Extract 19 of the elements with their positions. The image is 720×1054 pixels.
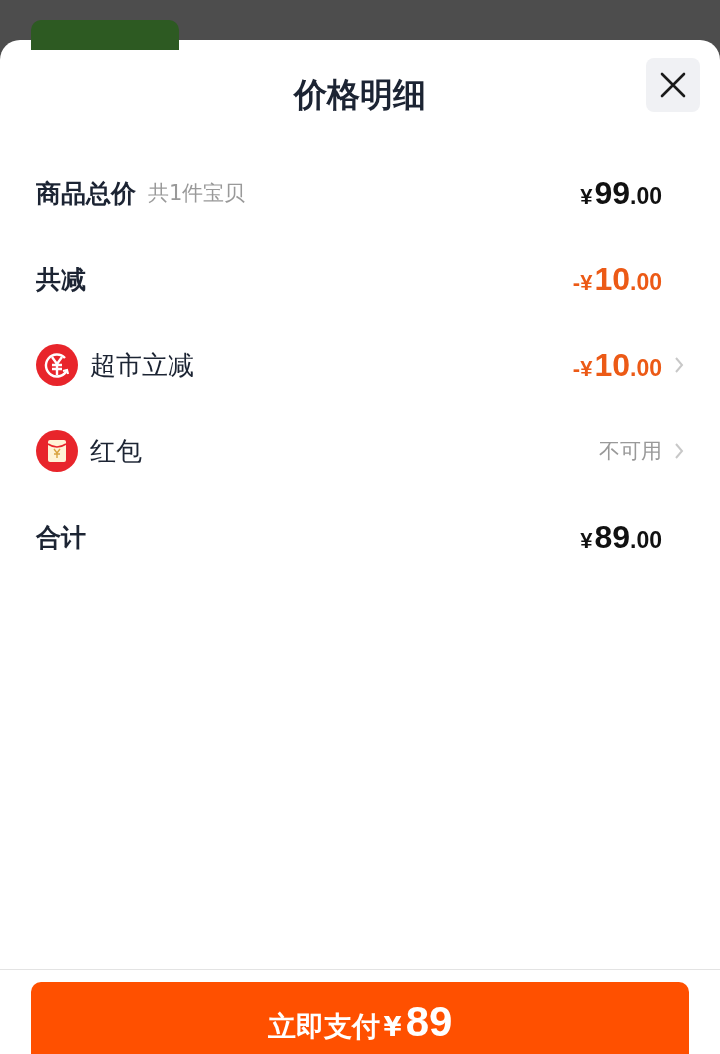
chevron-right-icon[interactable] [674, 356, 684, 374]
row-label: 超市立减 [90, 348, 194, 382]
status-text: 不可用 [599, 438, 662, 465]
price-amount: -¥10.00 [572, 346, 662, 384]
price-amount: -¥10.00 [572, 260, 662, 298]
row-label: 合计 [36, 521, 86, 554]
sheet-title: 价格明细 [294, 73, 426, 116]
row-label: 红包 [90, 434, 142, 468]
pay-now-button[interactable]: 立即支付¥89 [31, 982, 689, 1054]
close-button[interactable] [646, 58, 700, 112]
price-amount: ¥89.00 [580, 518, 662, 556]
row-label: 商品总价 [36, 177, 136, 210]
envelope-icon [36, 430, 78, 472]
close-icon [660, 72, 686, 98]
row-label: 共减 [36, 263, 86, 296]
chevron-right-icon[interactable] [674, 442, 684, 460]
price-amount: ¥99.00 [580, 174, 662, 212]
yuan-coin-icon [36, 344, 78, 386]
item-count: 共1件宝贝 [148, 180, 246, 207]
